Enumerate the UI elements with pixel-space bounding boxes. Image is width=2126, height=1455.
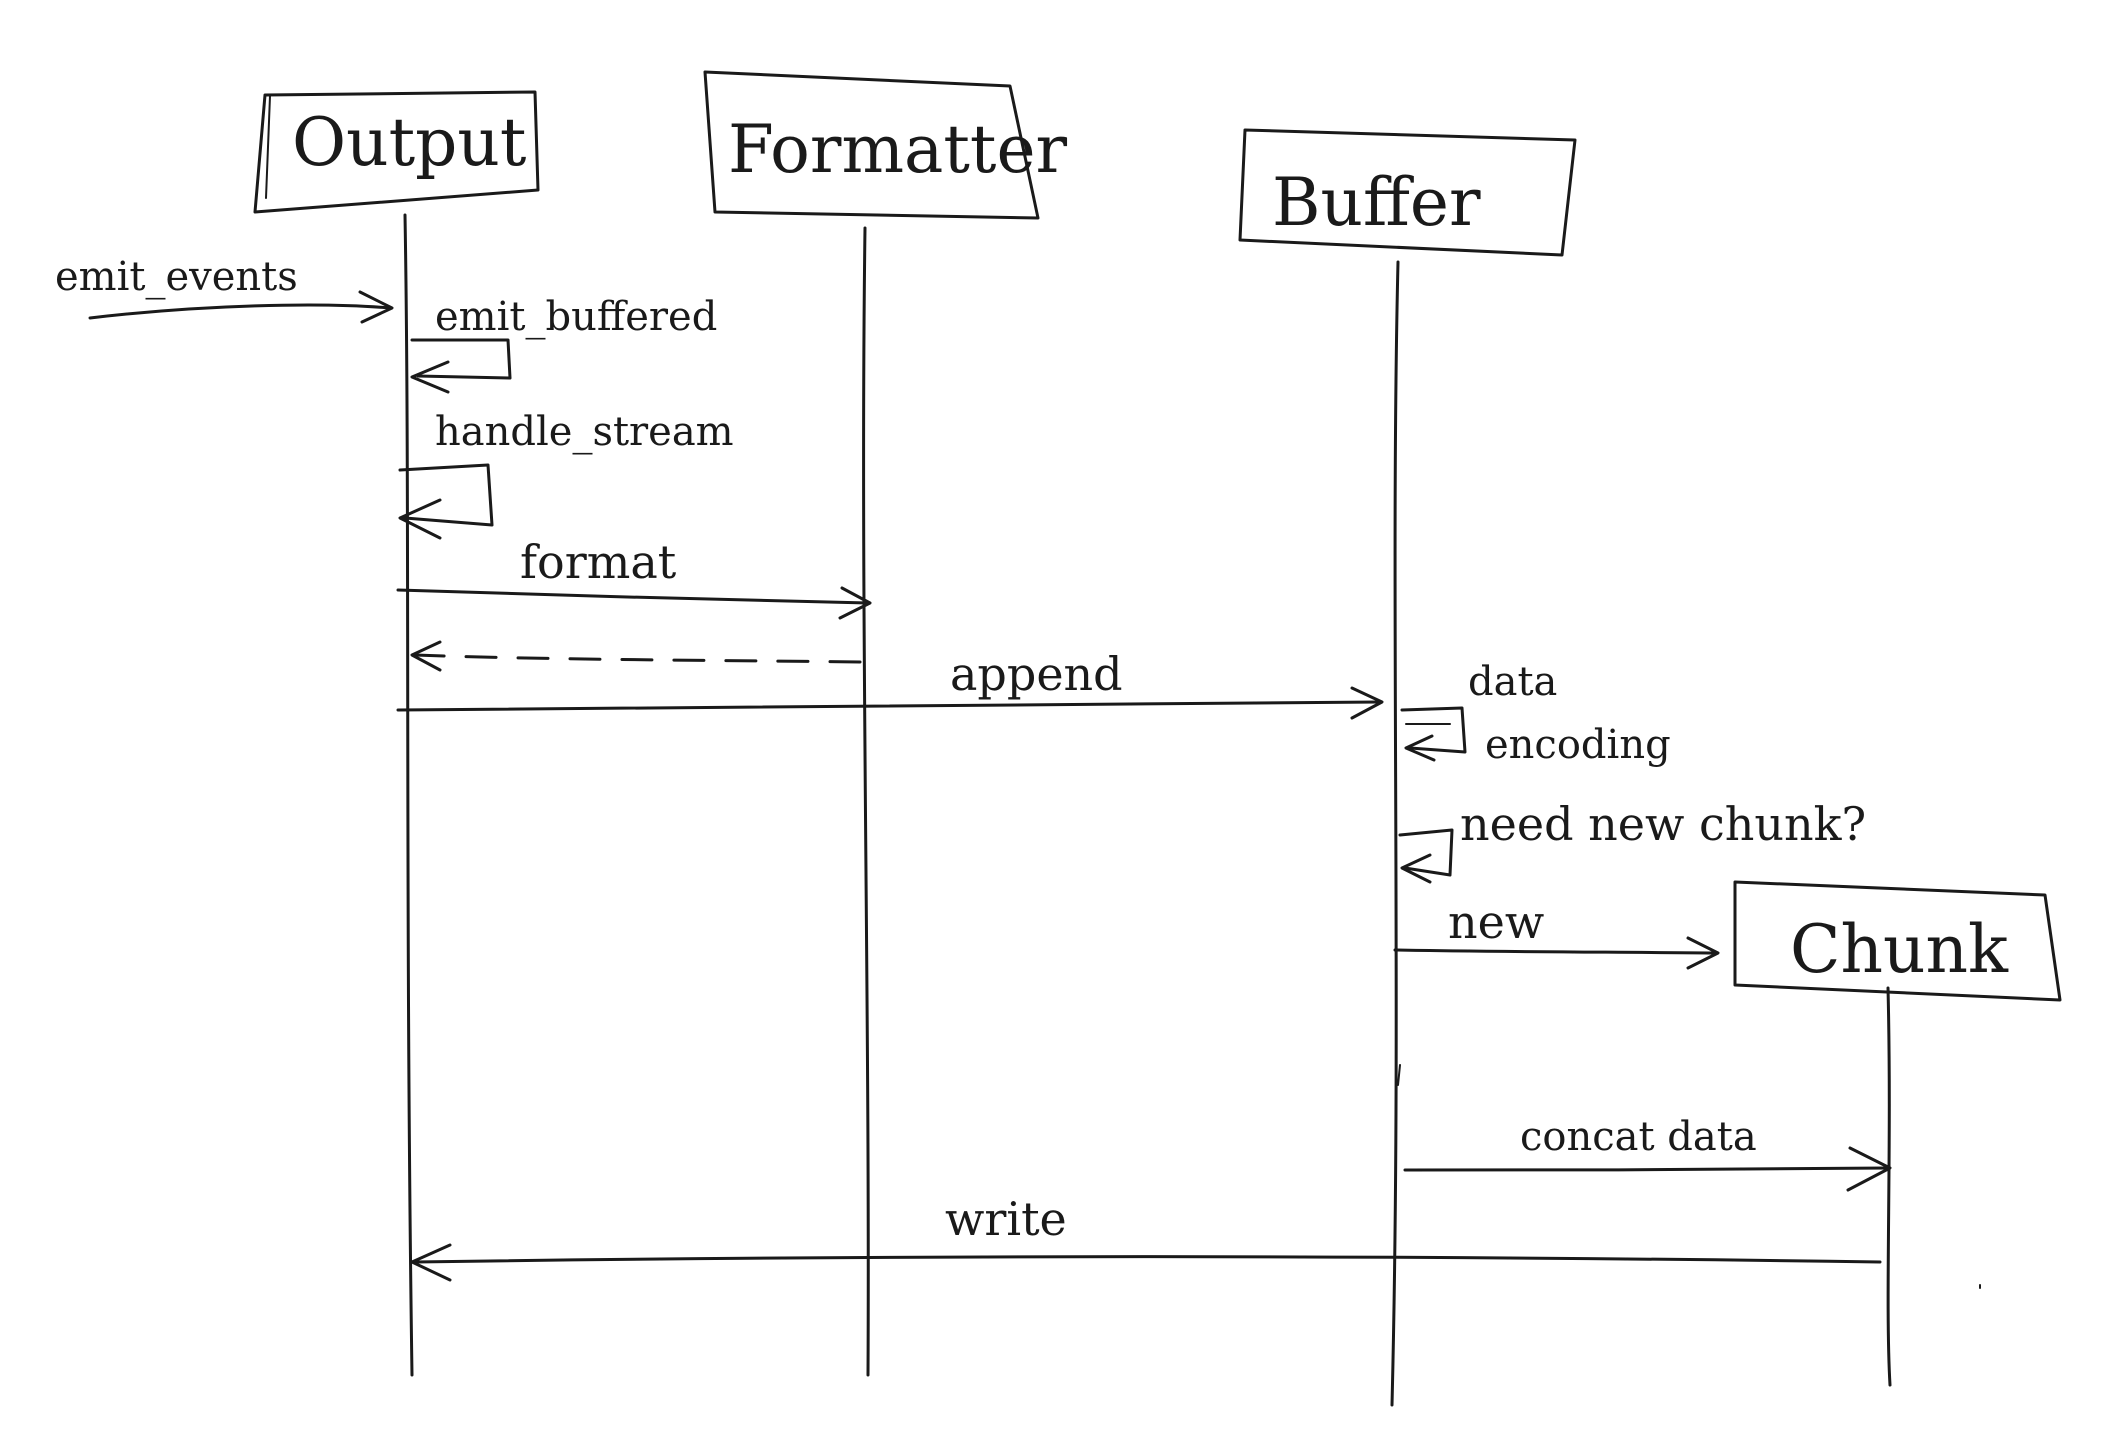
message-handle-stream-label: handle_stream xyxy=(435,409,734,455)
participant-output: Output xyxy=(253,90,540,214)
participant-buffer: Buffer xyxy=(1238,128,1577,257)
arrow-emit-events xyxy=(88,303,392,320)
message-format-label: format xyxy=(520,535,677,589)
message-write-label: write xyxy=(945,1192,1067,1246)
self-loop-handle-stream xyxy=(398,463,494,527)
lifeline-output xyxy=(403,213,414,1377)
message-data-label: data xyxy=(1468,659,1557,705)
arrow-write xyxy=(413,1255,1882,1264)
self-loop-need-new-chunk xyxy=(1398,828,1454,877)
message-format: format xyxy=(396,535,872,620)
sequence-diagram: Output Formatter Buffer Chunk emit_event… xyxy=(55,70,2062,1407)
participant-buffer-label: Buffer xyxy=(1272,164,1481,241)
participant-chunk-label: Chunk xyxy=(1790,911,2009,988)
message-handle-stream: handle_stream xyxy=(398,409,734,540)
stray-mark xyxy=(1397,1064,1401,1086)
message-emit-events-label: emit_events xyxy=(55,254,298,300)
message-need-new-chunk: need new chunk? xyxy=(1398,797,1866,884)
message-new: new xyxy=(1393,895,1720,970)
message-concat-data: concat data xyxy=(1403,1114,1892,1192)
message-new-label: new xyxy=(1448,895,1544,949)
participant-formatter: Formatter xyxy=(703,70,1068,220)
lifeline-formatter xyxy=(862,226,870,1377)
message-append-label: append xyxy=(950,647,1123,701)
message-data-encoding: data encoding xyxy=(1400,659,1671,768)
arrow-concat-data xyxy=(1403,1166,1890,1172)
message-concat-data-label: concat data xyxy=(1520,1114,1757,1160)
participant-output-label: Output xyxy=(292,104,526,181)
lifeline-chunk xyxy=(1886,986,1892,1387)
message-emit-events: emit_events xyxy=(55,254,394,324)
lifeline-buffer xyxy=(1390,260,1400,1407)
participant-chunk: Chunk xyxy=(1733,880,2062,1002)
message-emit-buffered-label: emit_buffered xyxy=(435,294,717,340)
arrow-format xyxy=(396,588,870,605)
message-format-return xyxy=(410,640,862,672)
arrow-new xyxy=(1393,948,1717,955)
arrow-format-return xyxy=(413,653,862,664)
message-need-new-chunk-label: need new chunk? xyxy=(1460,797,1866,851)
arrow-append xyxy=(396,700,1382,712)
participant-formatter-label: Formatter xyxy=(728,111,1068,188)
message-write: write xyxy=(410,1192,1882,1282)
message-encoding-label: encoding xyxy=(1485,722,1671,768)
message-emit-buffered: emit_buffered xyxy=(410,294,717,394)
